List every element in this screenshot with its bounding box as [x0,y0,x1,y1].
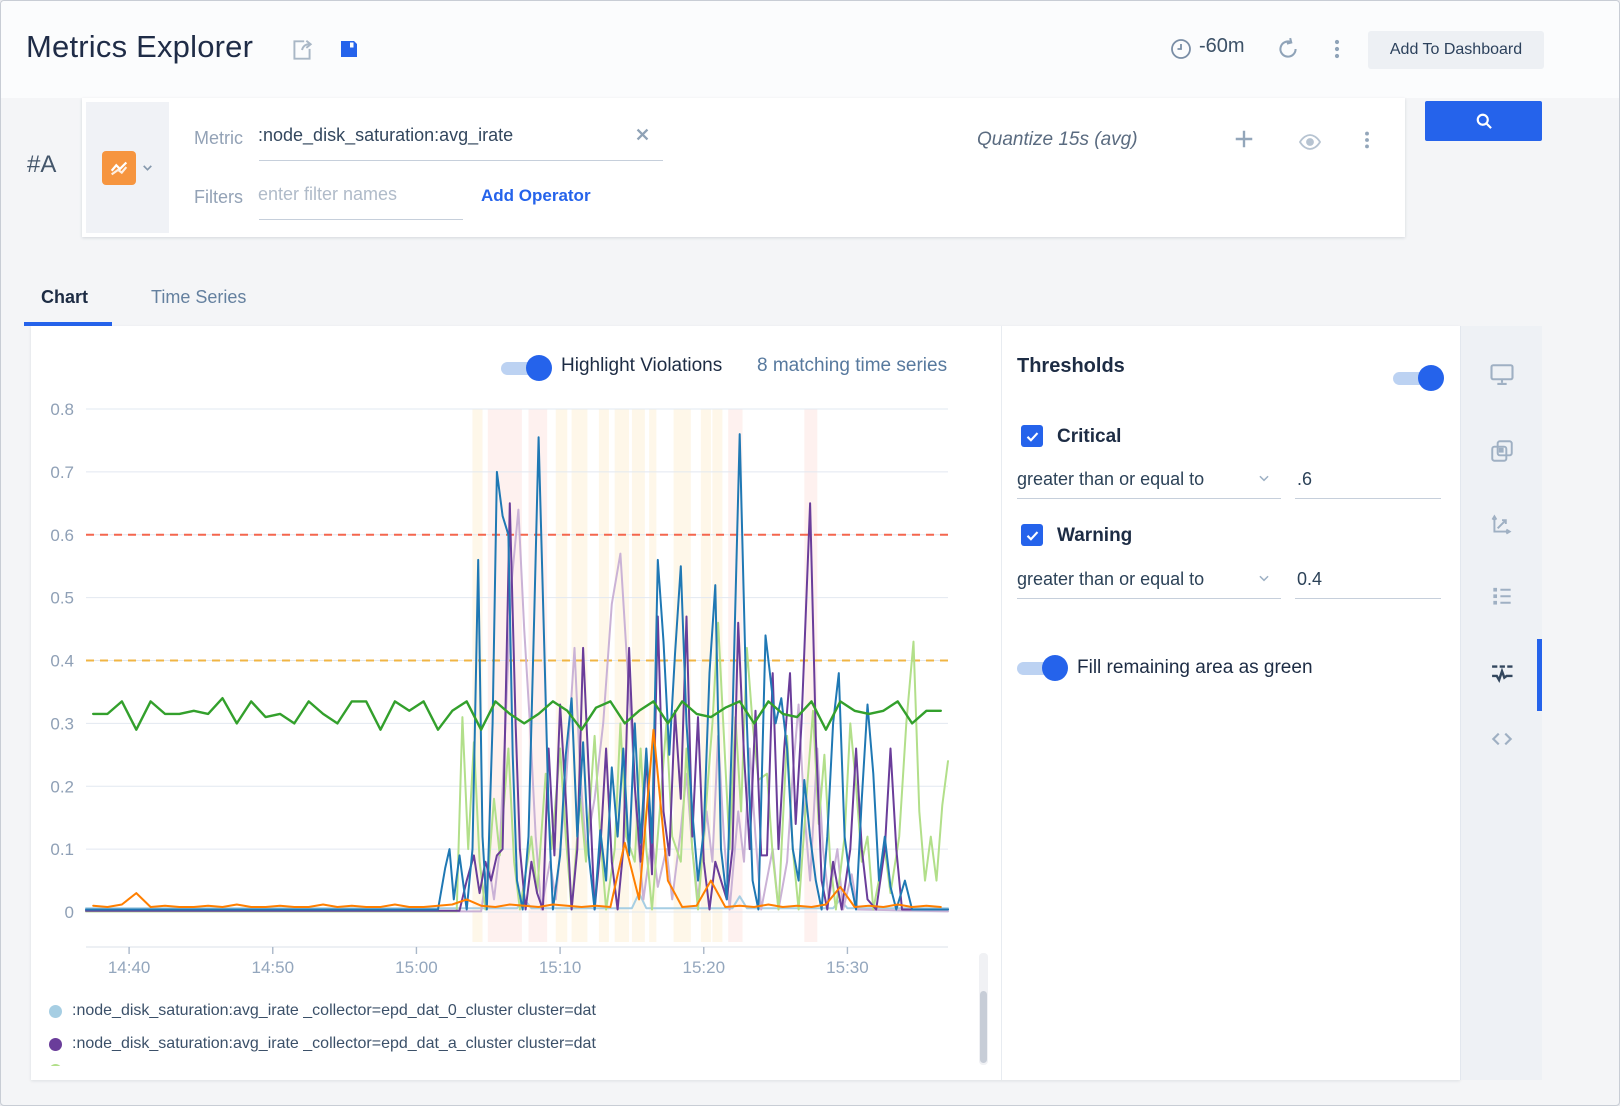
x-tick-label: 15:00 [395,958,438,976]
fill-green-toggle[interactable] [1017,655,1069,681]
view-options-sidebar [1460,326,1542,1080]
quantize-label: Quantize 15s (avg) [977,129,1138,151]
clock-icon[interactable] [1169,37,1193,61]
warning-checkbox[interactable] [1021,524,1043,546]
metrics-chart[interactable]: 0 0.1 0.2 0.3 0.4 0.5 0.6 0.7 0.8 14:40 14:50 15:00… [31,396,991,976]
tab-time-series[interactable]: Time Series [151,287,246,308]
save-icon[interactable] [337,37,361,61]
run-query-button[interactable] [1425,101,1542,141]
warning-label: Warning [1057,525,1132,547]
y-tick-label: 0.3 [50,714,74,733]
critical-operator-chevron-icon[interactable] [1257,471,1271,485]
active-sidebar-indicator [1537,639,1542,711]
y-tick-label: 0.5 [50,589,74,608]
legend-series-dot [49,1064,62,1066]
legend-row[interactable]: :node_disk_saturation:avg_irate _collect… [49,1002,596,1020]
warning-violation-band [556,409,567,942]
query-row-id: #A [27,151,56,179]
sidebar-display-icon[interactable] [1461,354,1543,394]
critical-label: Critical [1057,426,1121,448]
query-card: Metric Filters Add Operator Quantize 15s… [82,98,1405,237]
y-tick-label: 0 [65,903,74,922]
eye-icon[interactable] [1298,130,1322,154]
y-tick-label: 0.1 [50,840,74,859]
legend-series-dot [49,1038,62,1051]
sidebar-code-icon[interactable] [1461,719,1543,759]
thresholds-toggle[interactable] [1393,365,1445,391]
x-tick-label: 15:30 [826,958,869,976]
fill-green-label: Fill remaining area as green [1077,657,1313,679]
refresh-icon[interactable] [1275,36,1301,62]
chevron-down-icon [141,161,154,174]
query-kebab-icon[interactable] [1356,129,1378,151]
sidebar-threshold-wave-icon[interactable] [1461,653,1543,693]
x-tick-label: 15:10 [539,958,582,976]
filters-input[interactable] [258,184,458,205]
critical-operator-underline [1017,498,1281,499]
legend-series-label: :node_disk_saturation:avg_irate _collect… [72,1035,596,1053]
x-tick-label: 15:20 [682,958,725,976]
legend-series-label: :node_disk_saturation:avg_irate _collect… [72,1002,596,1020]
time-range-value[interactable]: -60m [1199,35,1245,58]
x-tick-label: 14:50 [251,958,294,976]
legend-row[interactable] [49,1064,72,1066]
tab-chart[interactable]: Chart [41,287,88,308]
add-to-dashboard-button[interactable]: Add To Dashboard [1368,31,1544,69]
sidebar-duplicate-icon[interactable] [1461,431,1543,471]
critical-operator-select[interactable]: greater than or equal to [1017,469,1204,490]
metrics-explorer-page: Metrics Explorer -60m Add To Dashboard #… [0,0,1620,1106]
search-icon [1474,111,1494,131]
add-operator-link[interactable]: Add Operator [481,186,591,206]
sidebar-list-icon[interactable] [1461,576,1543,616]
metric-input[interactable] [258,125,628,146]
chart-legend: :node_disk_saturation:avg_irate _collect… [31,993,961,1066]
metric-underline [259,160,663,161]
check-icon [1025,528,1040,543]
panel-divider [1001,326,1002,1080]
y-tick-label: 0.8 [50,400,74,419]
critical-value-input[interactable]: .6 [1297,469,1312,490]
clear-metric-icon[interactable] [634,126,651,143]
chart-type-selector[interactable] [86,102,169,233]
highlight-violations-toggle[interactable] [501,355,553,381]
warning-operator-underline [1017,598,1281,599]
warning-operator-select[interactable]: greater than or equal to [1017,569,1204,590]
sidebar-axes-chart-icon[interactable] [1461,504,1543,544]
share-icon[interactable] [289,37,315,63]
legend-row[interactable]: :node_disk_saturation:avg_irate _collect… [49,1035,596,1053]
thresholds-title: Thresholds [1017,355,1125,378]
y-tick-label: 0.6 [50,526,74,545]
filters-label: Filters [194,187,243,208]
critical-value-underline [1295,498,1441,499]
highlight-violations-label: Highlight Violations [561,355,722,377]
page-title: Metrics Explorer [26,29,253,65]
add-query-icon[interactable] [1233,128,1255,150]
line-chart-type-icon [102,151,136,185]
check-icon [1025,429,1040,444]
metric-label: Metric [194,128,243,149]
warning-operator-chevron-icon[interactable] [1257,571,1271,585]
legend-scrollbar-thumb[interactable] [980,991,987,1063]
header-kebab-icon[interactable] [1325,37,1349,61]
warning-value-input[interactable]: 0.4 [1297,569,1322,590]
y-tick-label: 0.4 [50,652,74,671]
legend-series-dot [49,1005,62,1018]
critical-checkbox[interactable] [1021,425,1043,447]
y-tick-label: 0.2 [50,777,74,796]
x-tick-label: 14:40 [108,958,151,976]
matching-series-label: 8 matching time series [757,355,947,377]
filters-underline [259,219,463,220]
y-tick-label: 0.7 [50,463,74,482]
warning-value-underline [1295,598,1441,599]
